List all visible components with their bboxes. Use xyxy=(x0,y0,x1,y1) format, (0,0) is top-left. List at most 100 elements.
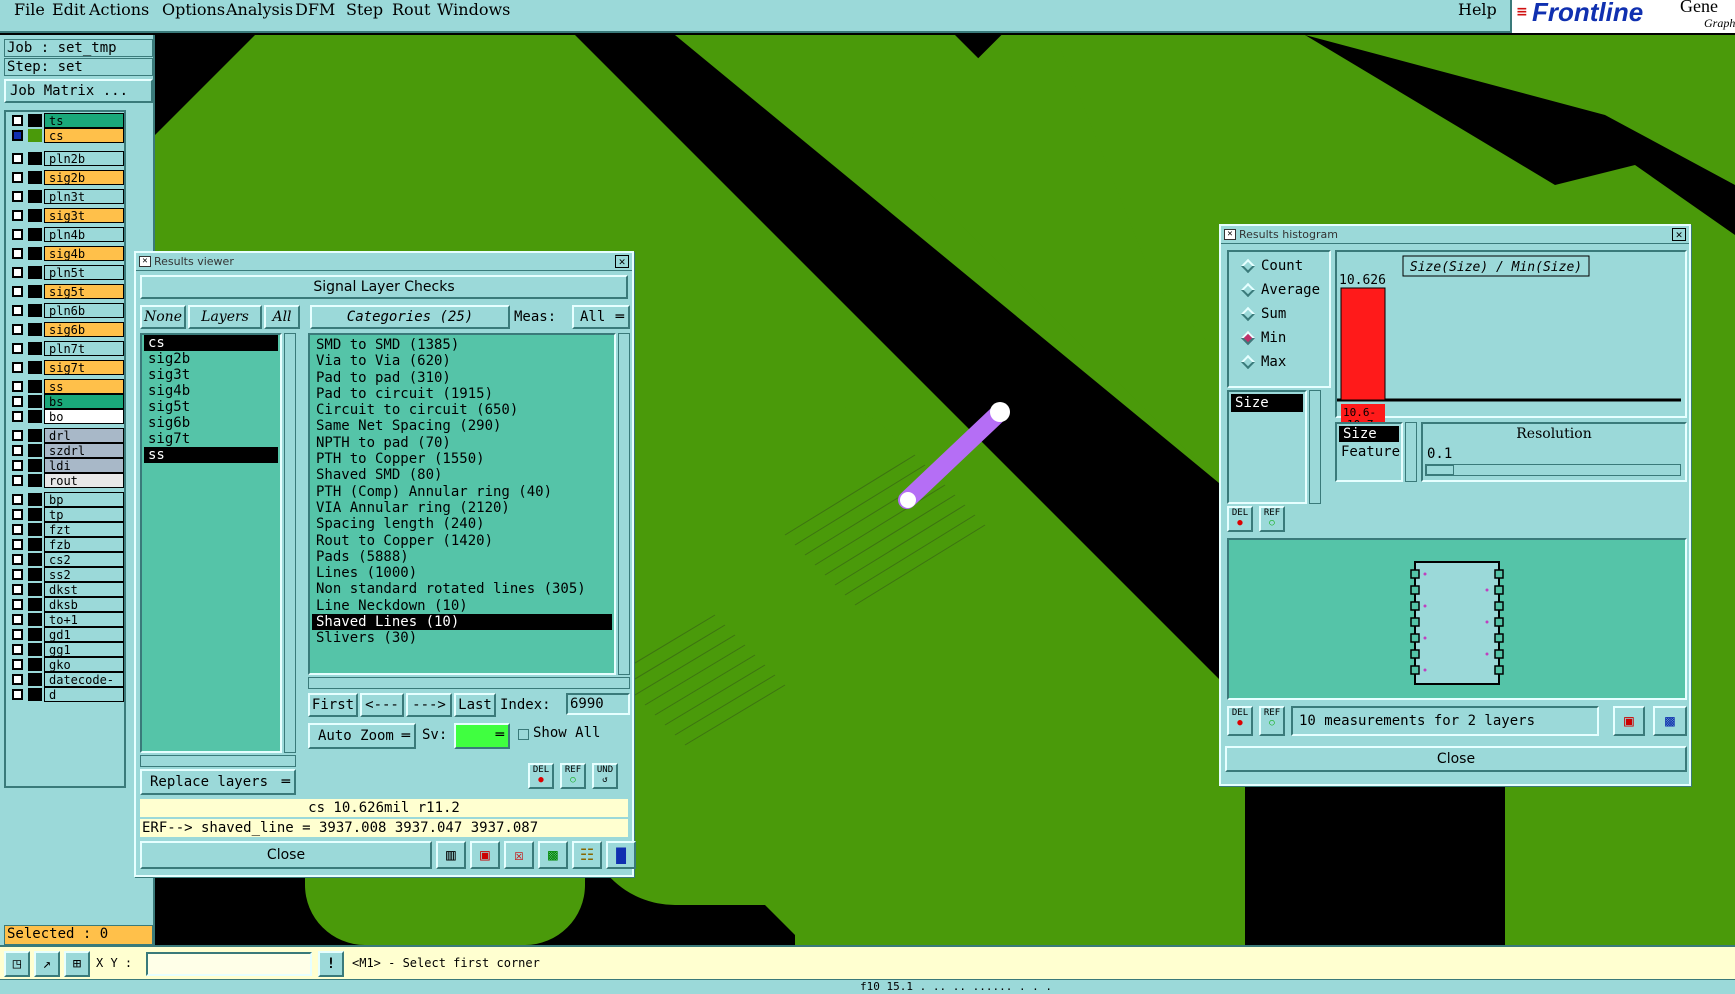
feature-option[interactable]: Feature xyxy=(1337,444,1401,460)
layer-row[interactable]: sig7t xyxy=(8,360,126,375)
layer-row[interactable]: d xyxy=(8,687,126,702)
layer-color-swatch[interactable] xyxy=(28,380,42,393)
category-list-item[interactable]: PTH (Comp) Annular ring (40) xyxy=(312,484,612,500)
layer-checkbox[interactable] xyxy=(12,343,23,354)
layer-color-swatch[interactable] xyxy=(28,361,42,374)
layer-checkbox[interactable] xyxy=(12,172,23,183)
layer-row[interactable]: bs xyxy=(8,394,126,409)
layer-list-item[interactable]: sig3t xyxy=(144,367,278,383)
layer-color-swatch[interactable] xyxy=(28,508,42,521)
alert-icon[interactable]: ! xyxy=(318,951,344,977)
category-list-item[interactable]: Line Neckdown (10) xyxy=(312,598,612,614)
layer-checkbox[interactable] xyxy=(12,494,23,505)
layer-color-swatch[interactable] xyxy=(28,304,42,317)
menu-file[interactable]: File xyxy=(14,0,45,19)
layer-row[interactable]: tp xyxy=(8,507,126,522)
layer-name[interactable]: sig5t xyxy=(44,284,124,299)
hist-ref-button[interactable]: REF ○ xyxy=(1259,506,1285,532)
aggregate-radio-average[interactable]: Average xyxy=(1239,280,1320,300)
layer-color-swatch[interactable] xyxy=(28,129,42,142)
layer-row[interactable]: fzt xyxy=(8,522,126,537)
menu-help[interactable]: Help xyxy=(1458,0,1497,19)
layer-row[interactable]: cs xyxy=(8,128,126,143)
preview-ref-button[interactable]: REF ○ xyxy=(1259,706,1285,736)
layers-button[interactable]: Layers xyxy=(188,305,262,329)
none-button[interactable]: None xyxy=(140,305,186,329)
layer-color-swatch[interactable] xyxy=(28,114,42,127)
hist-del-button[interactable]: DEL ● xyxy=(1227,506,1253,532)
size-listbox[interactable]: Size xyxy=(1227,390,1307,504)
layer-list-item[interactable]: sig7t xyxy=(144,431,278,447)
layer-color-swatch[interactable] xyxy=(28,171,42,184)
layer-checkbox[interactable] xyxy=(12,614,23,625)
grid-icon[interactable]: ⊞ xyxy=(64,951,90,977)
layer-checkbox[interactable] xyxy=(12,396,23,407)
layer-row[interactable]: sig2b xyxy=(8,170,126,185)
aggregate-radio-max[interactable]: Max xyxy=(1239,352,1286,372)
categories-scrollbar[interactable] xyxy=(618,333,630,675)
layer-color-swatch[interactable] xyxy=(28,247,42,260)
xy-input[interactable] xyxy=(146,952,312,976)
layer-color-swatch[interactable] xyxy=(28,553,42,566)
layer-checkbox[interactable] xyxy=(12,584,23,595)
zoom-result-icon[interactable]: ▣ xyxy=(1613,706,1645,736)
preview-del-button[interactable]: DEL ● xyxy=(1227,706,1253,736)
layer-row[interactable]: pln6b xyxy=(8,303,126,318)
layer-color-swatch[interactable] xyxy=(28,643,42,656)
radio-indicator[interactable] xyxy=(1240,258,1256,274)
histogram-close-button[interactable]: Close xyxy=(1225,746,1687,772)
layer-row[interactable]: szdrl xyxy=(8,443,126,458)
replace-layers-select[interactable]: Replace layers ═ xyxy=(140,769,296,795)
layer-checkbox[interactable] xyxy=(12,539,23,550)
histogram-icon[interactable]: ▇ xyxy=(606,841,636,869)
layer-color-swatch[interactable] xyxy=(28,658,42,671)
category-list-item[interactable]: VIA Annular ring (2120) xyxy=(312,500,612,516)
layer-checkbox[interactable] xyxy=(12,191,23,202)
category-list-item[interactable]: Same Net Spacing (290) xyxy=(312,418,612,434)
index-input[interactable]: 6990 xyxy=(566,693,630,715)
measure-icon[interactable]: ↗ xyxy=(34,951,60,977)
layer-row[interactable]: pln2b xyxy=(8,151,126,166)
layer-row[interactable]: sig6b xyxy=(8,322,126,337)
layer-name[interactable]: dkst xyxy=(44,582,124,597)
layer-name[interactable]: ldi xyxy=(44,458,124,473)
layer-row[interactable]: dkst xyxy=(8,582,126,597)
layer-color-swatch[interactable] xyxy=(28,493,42,506)
category-list-item[interactable]: Circuit to circuit (650) xyxy=(312,402,612,418)
categories-hscrollbar[interactable] xyxy=(308,677,630,689)
layer-color-swatch[interactable] xyxy=(28,444,42,457)
resolution-slider[interactable] xyxy=(1425,464,1681,476)
layer-checkbox[interactable] xyxy=(12,130,23,141)
layer-color-swatch[interactable] xyxy=(28,209,42,222)
layer-checkbox[interactable] xyxy=(12,115,23,126)
layer-name[interactable]: gg1 xyxy=(44,642,124,657)
layer-color-swatch[interactable] xyxy=(28,673,42,686)
layer-checkbox[interactable] xyxy=(12,430,23,441)
layer-checkbox[interactable] xyxy=(12,674,23,685)
category-list-item[interactable]: NPTH to pad (70) xyxy=(312,435,612,451)
close-icon[interactable]: ✕ xyxy=(615,255,629,268)
menu-dfm[interactable]: DFM xyxy=(295,0,335,19)
layer-name[interactable]: bo xyxy=(44,409,124,424)
layer-row[interactable]: rout xyxy=(8,473,126,488)
layer-name[interactable]: szdrl xyxy=(44,443,124,458)
layer-name[interactable]: datecode-ts xyxy=(44,672,124,702)
show-all-checkbox[interactable] xyxy=(518,729,529,740)
layer-color-swatch[interactable] xyxy=(28,429,42,442)
layer-checkbox[interactable] xyxy=(12,381,23,392)
layer-name[interactable]: gko xyxy=(44,657,124,672)
layer-checkbox[interactable] xyxy=(12,475,23,486)
layer-checkbox[interactable] xyxy=(12,324,23,335)
layer-list-item[interactable]: sig5t xyxy=(144,399,278,415)
layer-name[interactable]: ts xyxy=(44,113,124,128)
layer-color-swatch[interactable] xyxy=(28,583,42,596)
radio-indicator[interactable] xyxy=(1240,330,1256,346)
layer-row[interactable]: drl xyxy=(8,428,126,443)
close-icon[interactable]: ✕ xyxy=(1672,228,1686,241)
category-list-item[interactable]: Shaved Lines (10) xyxy=(312,614,612,631)
layer-color-swatch[interactable] xyxy=(28,266,42,279)
menu-windows[interactable]: Windows xyxy=(437,0,510,19)
layer-checkbox[interactable] xyxy=(12,644,23,655)
results-viewer-titlebar[interactable]: Results viewer xyxy=(136,253,632,271)
category-list-item[interactable]: Lines (1000) xyxy=(312,565,612,581)
